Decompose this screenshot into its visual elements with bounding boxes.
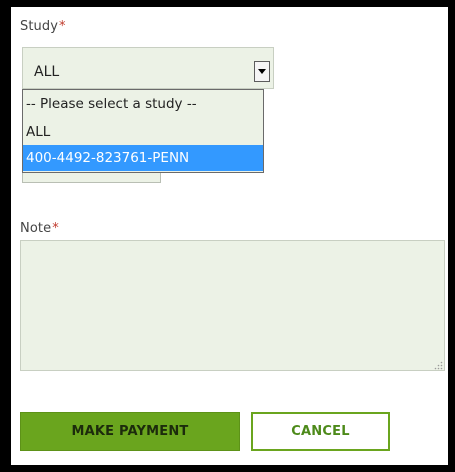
study-label: Study*	[20, 19, 66, 34]
cancel-button[interactable]: CANCEL	[251, 412, 390, 451]
make-payment-button[interactable]: MAKE PAYMENT	[20, 412, 240, 451]
payment-form: Study* ALL -- Please select a study -- A…	[11, 7, 448, 465]
study-option-all[interactable]: ALL	[23, 119, 263, 145]
study-select[interactable]: ALL	[22, 47, 274, 89]
chevron-down-icon[interactable]	[254, 61, 270, 82]
note-required-mark: *	[52, 221, 59, 236]
study-option-penn[interactable]: 400-4492-823761-PENN	[23, 145, 263, 171]
study-label-text: Study	[20, 19, 59, 34]
resize-grip-icon[interactable]	[434, 361, 443, 370]
note-textarea[interactable]	[20, 240, 445, 371]
note-label-text: Note	[20, 221, 52, 236]
study-option-placeholder[interactable]: -- Please select a study --	[23, 91, 263, 117]
note-label: Note*	[20, 221, 59, 236]
study-required-mark: *	[59, 19, 66, 34]
study-select-value: ALL	[34, 64, 60, 80]
study-dropdown-list: -- Please select a study -- ALL 400-4492…	[22, 89, 264, 173]
